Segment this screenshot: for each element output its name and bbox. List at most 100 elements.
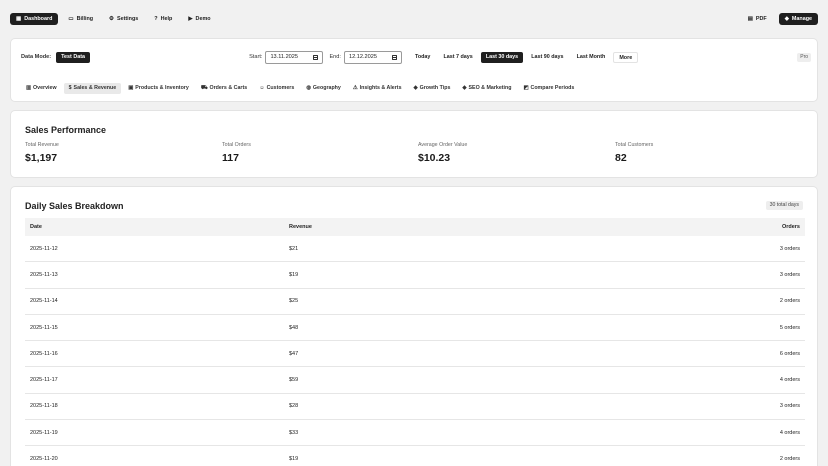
tab-label: Products & Inventory	[135, 85, 189, 91]
tab-products-inventory[interactable]: ▣ Products & Inventory	[123, 83, 194, 94]
range-button-today[interactable]: Today	[409, 51, 436, 63]
tab-seo-marketing[interactable]: ◆ SEO & Marketing	[457, 83, 516, 94]
nav-label: Billing	[76, 16, 94, 22]
cell-revenue: $59	[289, 377, 299, 384]
box-icon: ▣	[128, 85, 134, 91]
nav-label: Demo	[195, 16, 211, 22]
range-button-last-7-days[interactable]: Last 7 days	[438, 51, 478, 63]
metric-value: 117	[222, 152, 239, 164]
start-label: Start:	[249, 54, 263, 60]
cell-date: 2025-11-13	[30, 271, 58, 278]
tab-label: Growth Tips	[419, 85, 451, 91]
seo-icon: ◆	[462, 85, 467, 91]
controls-card: Data Mode: Test Data Start: 13.11.2025 E…	[10, 38, 818, 102]
daily-sales-card: Daily Sales Breakdown 30 total days Date…	[10, 186, 818, 466]
total-days-badge: 30 total days	[765, 201, 803, 210]
column-header-date[interactable]: Date	[25, 224, 289, 230]
top-nav-left: ▦ Dashboard ▭ Billing ⚙ Settings? Help ▶ Demo	[10, 13, 217, 25]
table-row: 2025-11-13 $19 3 orders	[25, 262, 805, 289]
cell-date: 2025-11-12	[30, 245, 58, 252]
cell-revenue: $47	[289, 350, 299, 357]
tab-label: Overview	[33, 85, 57, 91]
metric-label: Average Order Value	[418, 142, 468, 148]
nav-demo-button[interactable]: ▶ Demo	[182, 13, 216, 25]
play-icon: ▶	[188, 16, 193, 22]
manage-label: Manage	[791, 16, 812, 22]
table-body: 2025-11-12 $21 3 orders 2025-11-13 $19 3 orde…	[25, 236, 805, 466]
nav-label: Settings	[116, 16, 139, 22]
calendar-icon[interactable]	[391, 54, 397, 60]
cell-orders: 3 orders	[779, 271, 800, 278]
table-row: 2025-11-20 $19 2 orders	[25, 446, 805, 466]
end-label: End:	[329, 54, 341, 60]
cell-revenue: $28	[289, 403, 299, 410]
nav-billing-button[interactable]: ▭ Billing	[62, 13, 99, 25]
metric-label: Total Orders	[222, 142, 251, 148]
calendar-icon[interactable]	[313, 54, 319, 60]
tab-compare-periods[interactable]: ◩ Compare Periods	[518, 83, 579, 94]
cell-orders: 5 orders	[779, 324, 800, 331]
table-row: 2025-11-16 $47 6 orders	[25, 341, 805, 368]
pdf-button[interactable]: ▤ PDF	[742, 13, 773, 25]
cell-date: 2025-11-15	[30, 324, 58, 331]
cell-revenue: $21	[289, 245, 299, 252]
tab-orders-carts[interactable]: ⛟ Orders & Carts	[196, 83, 252, 94]
tab-overview[interactable]: ▥ Overview	[21, 83, 62, 94]
tab-label: Geography	[312, 85, 341, 91]
daily-sales-table: Date Revenue Orders 2025-11-12 $21 3 order…	[25, 218, 805, 466]
tab-insights-alerts[interactable]: ⚠ Insights & Alerts	[348, 83, 407, 94]
tab-geography[interactable]: ◍ Geography	[301, 83, 346, 94]
range-button-last-90-days[interactable]: Last 90 days	[526, 51, 569, 63]
end-date-input[interactable]: 12.12.2025	[343, 50, 402, 64]
tab-sales-revenue[interactable]: $ Sales & Revenue	[63, 82, 122, 94]
chart-icon: ▥	[26, 85, 32, 91]
cart-icon: ⛟	[200, 84, 208, 91]
column-header-revenue[interactable]: Revenue	[289, 224, 705, 230]
pro-badge: Pro	[797, 52, 812, 62]
insights-icon: ⚠	[352, 85, 358, 91]
tab-customers[interactable]: ☺ Customers	[254, 83, 299, 94]
cell-revenue: $25	[289, 298, 299, 305]
start-date-value: 13.11.2025	[270, 54, 299, 60]
cell-date: 2025-11-18	[30, 403, 58, 410]
data-mode-toggle[interactable]: Test Data	[56, 51, 91, 63]
compare-icon: ◩	[523, 85, 529, 91]
cell-orders: 4 orders	[779, 377, 800, 384]
pdf-label: PDF	[755, 16, 767, 22]
tab-label: Customers	[266, 85, 295, 91]
range-buttons: Today Last 7 days Last 30 days Last 90 days…	[409, 51, 611, 63]
range-button-last-30-days[interactable]: Last 30 days	[480, 51, 524, 63]
range-button-last-month[interactable]: Last Month	[571, 51, 611, 63]
metric-total-orders: Total Orders 117	[222, 142, 251, 164]
billing-icon: ▭	[68, 16, 74, 22]
tab-label: Insights & Alerts	[359, 85, 402, 91]
nav-help-button[interactable]: ? Help	[148, 13, 178, 25]
start-date-input[interactable]: 13.11.2025	[265, 50, 324, 64]
cell-date: 2025-11-17	[30, 377, 58, 384]
users-icon: ☺	[259, 85, 265, 91]
column-header-orders[interactable]: Orders	[705, 224, 805, 230]
cell-revenue: $48	[289, 324, 299, 331]
cell-orders: 3 orders	[779, 403, 800, 410]
data-mode-label: Data Mode:	[21, 54, 52, 60]
nav-settings-button[interactable]: ⚙ Settings	[103, 13, 144, 25]
more-button[interactable]: More	[613, 51, 639, 63]
section-title: Daily Sales Breakdown	[25, 201, 124, 211]
metric-total-revenue: Total Revenue $1,197	[25, 142, 59, 164]
sparkle-icon: ◆	[413, 85, 418, 91]
cell-revenue: $19	[289, 271, 299, 278]
table-row: 2025-11-12 $21 3 orders	[25, 236, 805, 263]
tab-bar: ▥ Overview $ Sales & Revenue ▣ Products & Inv…	[21, 82, 579, 94]
table-row: 2025-11-19 $33 4 orders	[25, 420, 805, 447]
controls-row: Data Mode: Test Data Start: 13.11.2025 E…	[21, 50, 812, 64]
nav-dashboard-button[interactable]: ▦ Dashboard	[10, 13, 59, 25]
table-row: 2025-11-17 $59 4 orders	[25, 367, 805, 394]
tab-growth-tips[interactable]: ◆ Growth Tips	[409, 83, 456, 94]
metric-label: Total Customers	[615, 142, 654, 148]
top-navigation: ▦ Dashboard ▭ Billing ⚙ Settings? Help ▶ Demo ▤ …	[10, 8, 818, 30]
tab-label: Compare Periods	[530, 85, 575, 91]
manage-button[interactable]: ◆ Manage	[778, 13, 818, 25]
cell-orders: 2 orders	[779, 298, 800, 305]
cell-date: 2025-11-16	[30, 350, 58, 357]
nav-label: Help	[160, 16, 173, 22]
